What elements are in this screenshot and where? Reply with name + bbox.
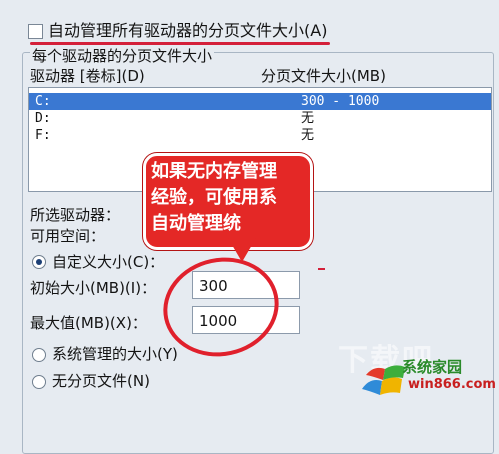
auto-manage-checkbox[interactable] [28,24,43,39]
auto-manage-label[interactable]: 自动管理所有驱动器的分页文件大小(A) [48,22,327,40]
drive-pagefile-size: 无 [301,128,315,143]
system-managed-radio[interactable] [32,348,46,362]
groupbox-title: 每个驱动器的分页文件大小 [30,47,215,65]
annotation-bubble-tail [228,238,256,262]
custom-size-label[interactable]: 自定义大小(C)： [52,253,164,271]
annotation-mark [318,268,325,270]
bubble-text-line2: 经验，可使用系 [151,187,277,208]
drive-letter: F: [35,128,51,143]
column-header-pagefile: 分页文件大小(MB) [261,67,386,85]
no-paging-radio[interactable] [32,375,46,389]
space-available-label: 可用空间： [30,227,106,245]
system-managed-label[interactable]: 系统管理的大小(Y) [52,345,178,363]
custom-size-radio[interactable] [32,255,46,269]
drive-pagefile-size: 300 - 1000 [301,94,380,109]
annotation-underline [30,42,330,45]
drive-pagefile-size: 无 [301,111,315,126]
column-header-drive: 驱动器 [卷标](D) [30,67,145,85]
drive-letter: C: [35,94,51,109]
drive-letter: D: [35,111,51,126]
initial-size-label: 初始大小(MB)(I)： [30,279,157,297]
watermark-site-name: 系统家园 [402,358,463,376]
drive-row-c[interactable]: C: 300 - 1000 [29,93,491,110]
bubble-text-line1: 如果无内存管理 [151,161,277,182]
bubble-text-line3: 自动管理统 [151,213,241,234]
drive-row-f[interactable]: F: 无 [29,127,491,144]
drive-row-d[interactable]: D: 无 [29,110,491,127]
max-size-label: 最大值(MB)(X)： [30,314,147,332]
selected-drive-label: 所选驱动器： [30,206,121,224]
no-paging-label[interactable]: 无分页文件(N) [52,372,150,390]
watermark-url: win866.com [408,377,496,392]
